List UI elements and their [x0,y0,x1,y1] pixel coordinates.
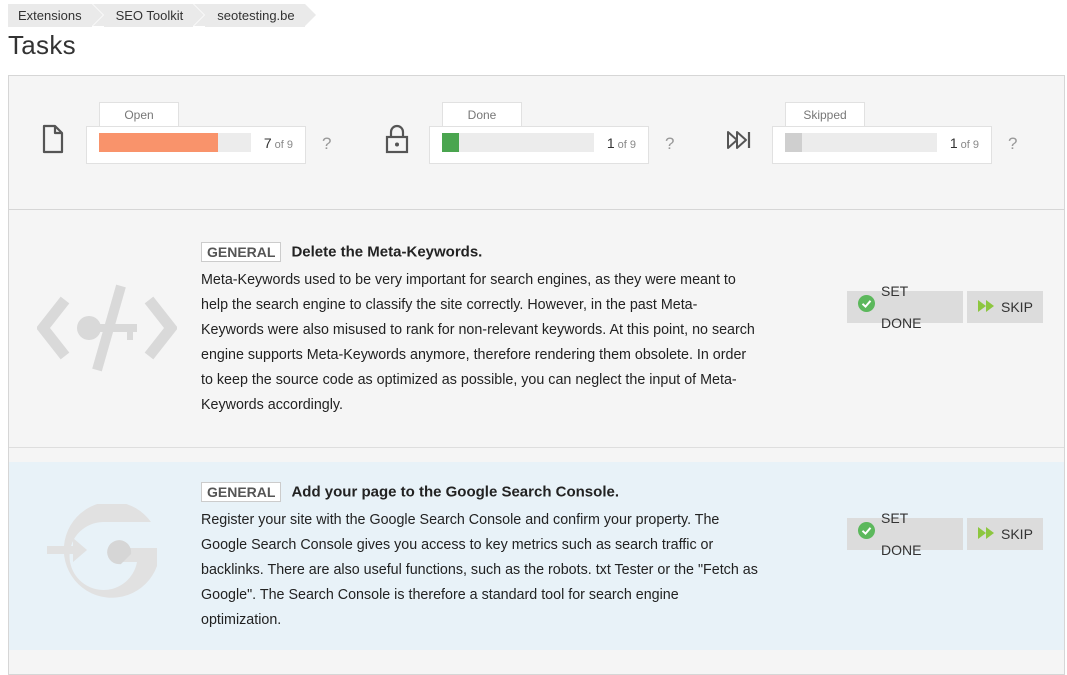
open-tab-label: Open [99,102,179,127]
set-done-button[interactable]: SET DONE [847,510,963,558]
description-line: Google". The Search Console is therefore… [201,587,679,603]
double-arrow-icon [978,291,995,323]
description-line: to keep the source code as optimized as … [201,372,737,388]
lock-icon [385,124,409,159]
task-item: GENERAL Delete the Meta-Keywords. Meta-Ke… [9,210,1064,448]
description-line: Keywords were also misused to rank for n… [201,322,755,338]
open-progress-bar [99,133,251,152]
done-count: 1 of 9 [606,135,636,151]
task-category-tag: GENERAL [201,242,282,262]
task-item: GENERAL Add your page to the Google Searc… [9,462,1064,650]
skipped-tab-label: Skipped [785,102,865,127]
description-line: Google Search Console gives you access t… [201,537,714,553]
task-description: Meta-Keywords used to be very important … [201,268,791,418]
breadcrumb-site[interactable]: seotesting.be [194,4,317,27]
fast-forward-icon [726,130,752,155]
open-help-icon[interactable]: ? [322,134,331,154]
description-line: Meta-Keywords used to be very important … [201,272,736,288]
task-summary: Open 7 of 9 ? Done 1 of 9 ? Skipped 1 of… [9,76,1064,210]
done-progress-fill [442,133,459,152]
set-done-button[interactable]: SET DONE [847,283,963,331]
skipped-progress-fill [785,133,802,152]
description-line: engine supports Meta-Keywords anymore, t… [201,347,747,363]
description-line: optimization. [201,612,282,628]
breadcrumb-seo-toolkit[interactable]: SEO Toolkit [92,4,204,27]
description-line: Register your site with the Google Searc… [201,512,720,528]
description-line: Keywords accordingly. [201,397,343,413]
skip-button[interactable]: SKIP [967,291,1043,323]
open-count: 7 of 9 [263,135,293,151]
skip-label: SKIP [1001,526,1033,542]
task-category-tag: GENERAL [201,482,282,502]
set-done-label: SET DONE [881,283,922,331]
skipped-progress-bar [785,133,937,152]
task-title: Delete the Meta-Keywords. [291,243,483,261]
google-wrench-icon [43,501,163,609]
task-description: Register your site with the Google Searc… [201,508,791,633]
page-title: Tasks [8,30,76,60]
done-stat-box: 1 of 9 [429,126,649,164]
task-header: GENERAL Add your page to the Google Searc… [201,482,619,502]
skip-label: SKIP [1001,299,1033,315]
skipped-help-icon[interactable]: ? [1008,134,1017,154]
skipped-count: 1 of 9 [949,135,979,151]
done-progress-bar [442,133,594,152]
task-header: GENERAL Delete the Meta-Keywords. [201,242,482,262]
description-line: help the search engine to classify the s… [201,297,698,313]
tasks-panel: Open 7 of 9 ? Done 1 of 9 ? Skipped 1 of… [8,75,1065,675]
check-circle-icon [858,291,875,323]
done-help-icon[interactable]: ? [665,134,674,154]
code-key-icon [36,282,178,379]
done-tab-label: Done [442,102,522,127]
skip-button[interactable]: SKIP [967,518,1043,550]
open-progress-fill [99,133,218,152]
breadcrumb: Extensions SEO Toolkit seotesting.be [8,4,317,27]
double-arrow-icon [978,518,995,550]
task-title: Add your page to the Google Search Conso… [291,483,619,501]
skipped-stat-box: 1 of 9 [772,126,992,164]
open-stat-box: 7 of 9 [86,126,306,164]
description-line: backlinks. There are also useful functio… [201,562,758,578]
document-icon [41,124,65,159]
breadcrumb-extensions[interactable]: Extensions [8,4,103,27]
set-done-label: SET DONE [881,510,922,558]
check-circle-icon [858,518,875,550]
